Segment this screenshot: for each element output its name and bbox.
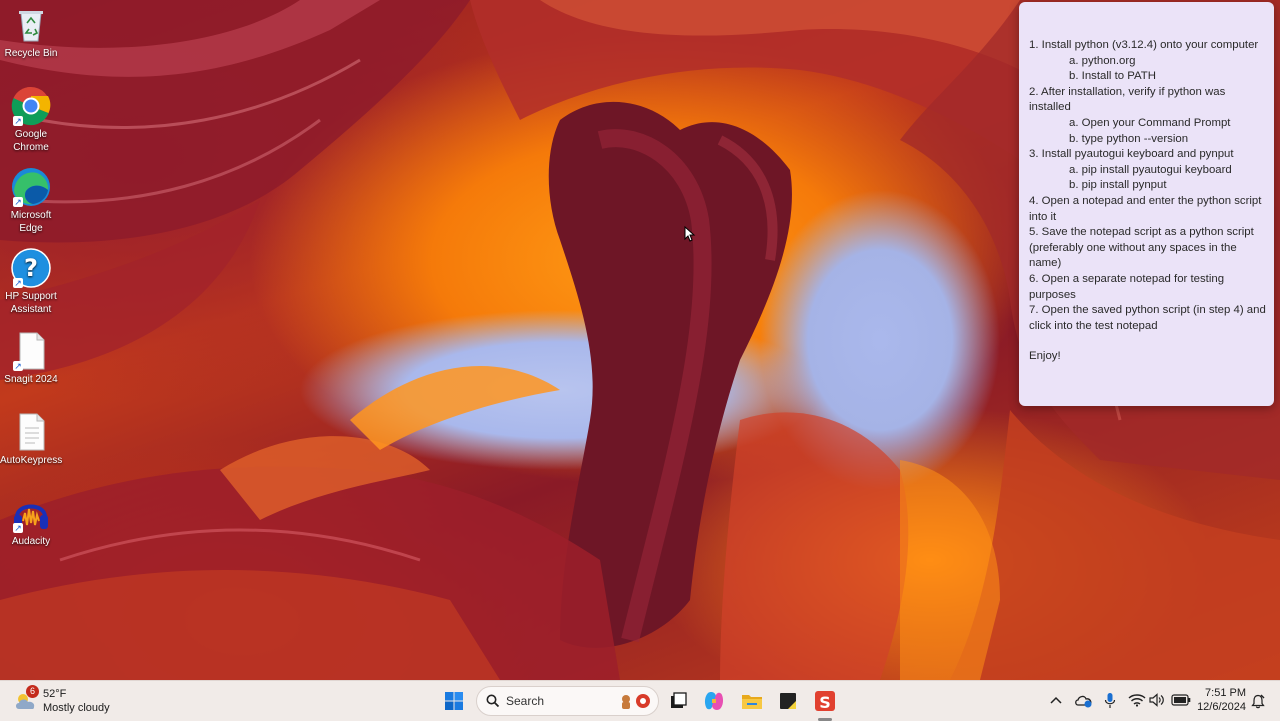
desktop-icon-label: Google Chrome	[13, 129, 49, 153]
wifi-icon[interactable]	[1128, 693, 1146, 707]
desktop-icon-autokeypress[interactable]: AutoKeypress	[0, 412, 62, 467]
volume-icon[interactable]	[1149, 693, 1165, 707]
desktop-icon-label: Snagit 2024	[4, 374, 58, 385]
svg-text:S: S	[819, 693, 831, 712]
note-line: b. pip install pynput	[1069, 179, 1167, 192]
note-line: 1. Install python (v3.12.4) onto your co…	[1029, 39, 1259, 51]
desktop-icon-google-chrome[interactable]: ↗ Google Chrome	[0, 86, 62, 154]
sticky-notes-button[interactable]	[774, 687, 802, 715]
clock-date: 12/6/2024	[1197, 701, 1246, 713]
svg-text:?: ?	[24, 254, 38, 282]
weather-temperature: 52°F	[43, 688, 67, 700]
shortcut-arrow-icon: ↗	[13, 278, 23, 288]
clock-time: 7:51 PM	[1205, 687, 1246, 699]
shortcut-arrow-icon: ↗	[13, 197, 23, 207]
document-icon	[11, 412, 51, 452]
microphone-icon[interactable]	[1104, 692, 1116, 710]
note-line: Enjoy!	[1029, 350, 1061, 363]
shortcut-arrow-icon: ↗	[13, 361, 23, 371]
weather-badge: 6	[26, 685, 39, 698]
file-explorer-icon	[742, 695, 762, 709]
audacity-icon: ↗	[11, 493, 51, 533]
task-view-icon	[671, 692, 687, 708]
edge-icon: ↗	[11, 167, 51, 207]
desktop-icon-hp-support-assistant[interactable]: ? ↗ HP Support Assistant	[0, 248, 62, 316]
document-icon: ↗	[11, 331, 51, 371]
taskbar-search-box[interactable]: Search	[476, 686, 659, 716]
search-label: Search	[506, 694, 545, 708]
system-clock[interactable]: 7:51 PM 12/6/2024	[1190, 686, 1246, 714]
desktop-icon-label: Recycle Bin	[4, 48, 58, 59]
chevron-up-icon[interactable]	[1050, 695, 1062, 705]
recycle-bin-icon	[11, 5, 51, 45]
chrome-icon: ↗	[11, 86, 51, 126]
desktop-icon-label: AutoKeypress	[0, 455, 63, 466]
note-line: 7. Open the saved python script (in step…	[1029, 304, 1266, 332]
start-icon	[445, 692, 463, 710]
desktop-icon-snagit-2024[interactable]: ↗ Snagit 2024	[0, 331, 62, 386]
note-line: 4. Open a notepad and enter the python s…	[1029, 194, 1262, 223]
snagit-button[interactable]: S	[811, 687, 839, 715]
sticky-notes-icon	[780, 693, 796, 709]
copilot-button[interactable]	[700, 687, 728, 715]
note-line: a. pip install pyautogui keyboard	[1069, 163, 1232, 176]
note-line: 3. Install pyautogui keyboard and pynput	[1029, 148, 1234, 161]
sticky-note-window[interactable]: 1. Install python (v3.12.4) onto your co…	[1019, 2, 1274, 406]
shortcut-arrow-icon: ↗	[13, 116, 23, 126]
desktop-icon-label: Microsoft Edge	[10, 210, 52, 234]
note-line: a. Open your Command Prompt	[1069, 116, 1231, 129]
desktop-icon-label: HP Support Assistant	[5, 291, 57, 315]
task-view-button[interactable]	[664, 687, 692, 715]
note-line: 5. Save the notepad script as a python s…	[1029, 226, 1254, 270]
search-highlight-icon	[622, 694, 650, 709]
desktop-icon-microsoft-edge[interactable]: ↗ Microsoft Edge	[0, 167, 62, 235]
desktop-icon-recycle-bin[interactable]: Recycle Bin	[0, 5, 62, 60]
taskbar: 6 52°F Mostly cloudy Search S 7:51 PM 12…	[0, 680, 1280, 721]
hp-support-icon: ? ↗	[11, 248, 51, 288]
note-line: a. python.org	[1069, 54, 1136, 67]
file-explorer-button[interactable]	[738, 687, 766, 715]
start-button[interactable]	[440, 687, 468, 715]
search-icon	[486, 694, 500, 708]
note-line: b. type python --version	[1069, 132, 1189, 145]
shortcut-arrow-icon: ↗	[13, 523, 23, 533]
desktop-icon-label: Audacity	[11, 536, 51, 547]
note-line: 2. After installation, verify if python …	[1029, 85, 1226, 114]
mouse-cursor-icon	[684, 225, 696, 247]
snagit-icon: S	[815, 691, 835, 712]
weather-condition: Mostly cloudy	[43, 702, 110, 714]
onedrive-icon[interactable]	[1075, 692, 1093, 708]
notification-bell-icon[interactable]	[1251, 694, 1265, 709]
battery-icon[interactable]	[1171, 694, 1191, 706]
copilot-icon	[704, 692, 724, 710]
note-line: 6. Open a separate notepad for testing p…	[1029, 272, 1225, 301]
desktop-icon-audacity[interactable]: ↗ Audacity	[0, 493, 62, 548]
note-line: b. Install to PATH	[1069, 70, 1156, 83]
